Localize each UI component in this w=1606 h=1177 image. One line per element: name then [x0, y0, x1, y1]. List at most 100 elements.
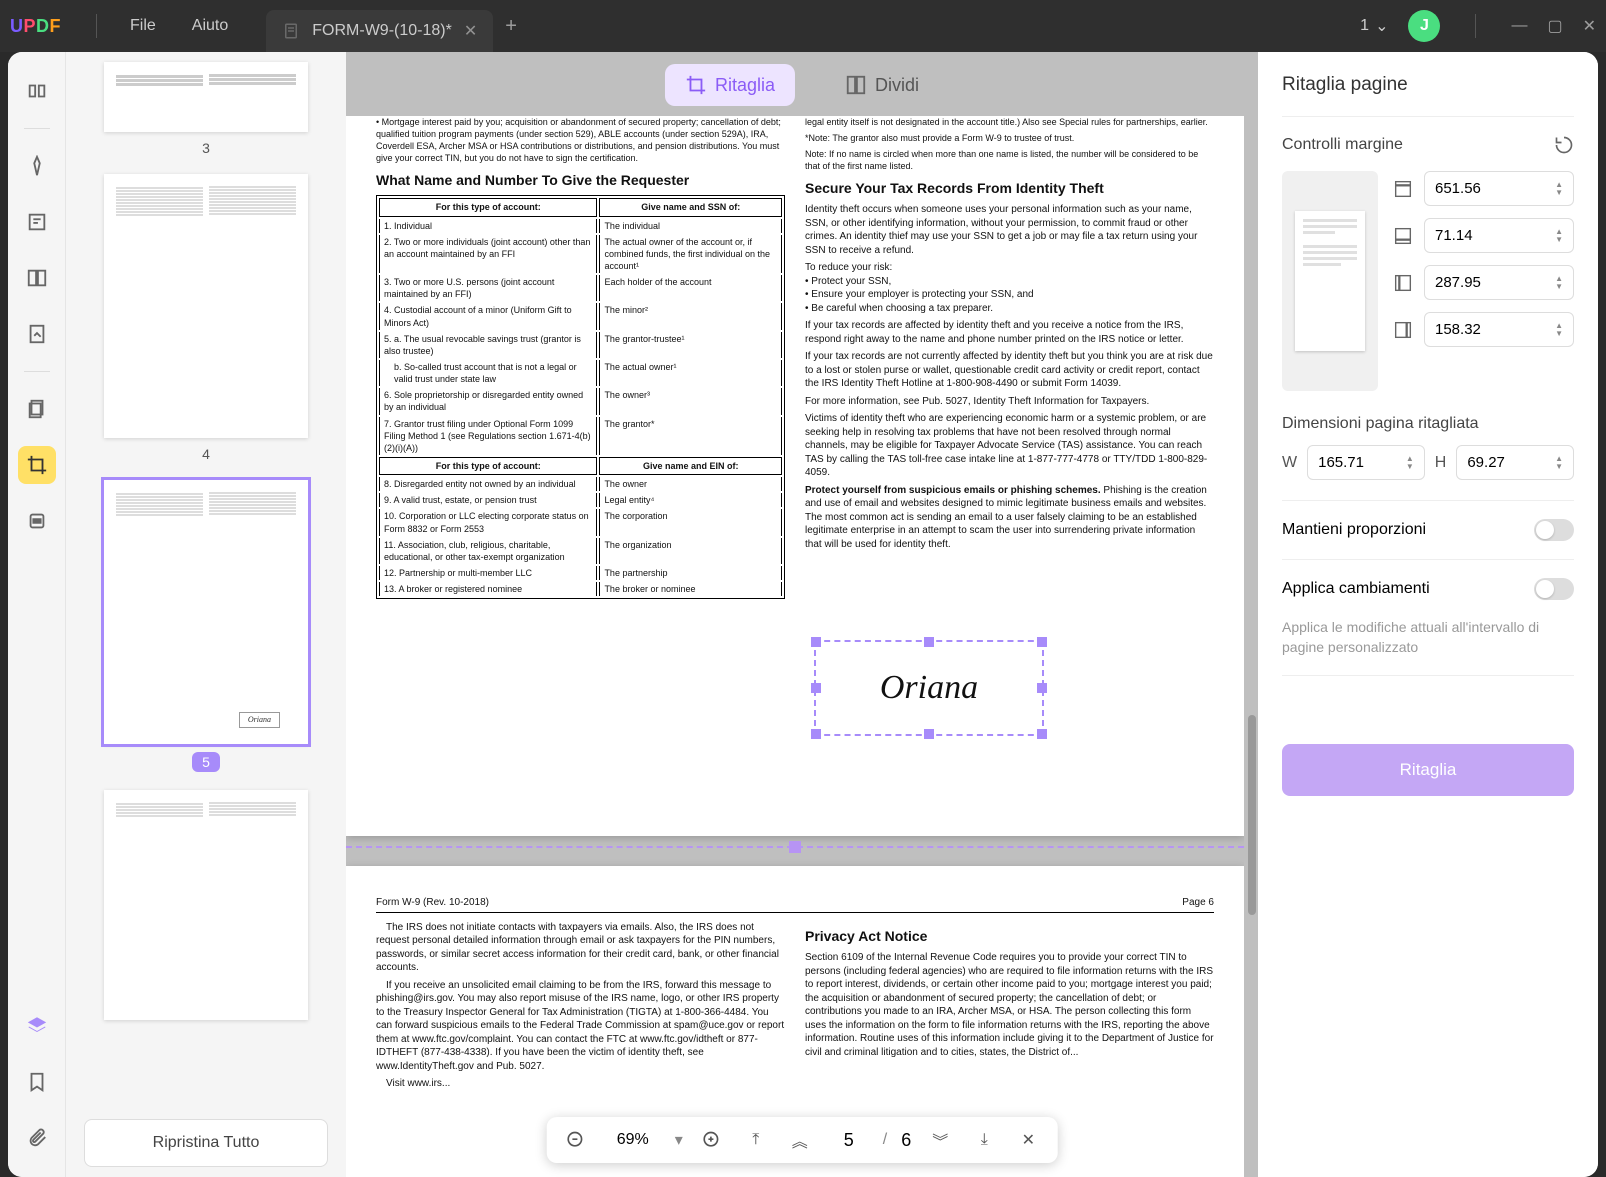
crop-handle-ne[interactable]	[1037, 637, 1047, 647]
stepper-down[interactable]: ▼	[1555, 330, 1563, 338]
margin-top-icon	[1392, 178, 1414, 200]
width-input[interactable]	[1318, 454, 1406, 471]
doc-heading: Privacy Act Notice	[805, 927, 1214, 946]
thumbnail-page-6[interactable]	[104, 790, 308, 1020]
reset-margins-icon[interactable]	[1554, 135, 1574, 155]
stepper-down[interactable]: ▼	[1406, 463, 1414, 471]
annotate-tool[interactable]	[18, 147, 56, 185]
keep-ratio-label: Mantieni proporzioni	[1282, 521, 1426, 539]
doc-text: For more information, see Pub. 5027, Ide…	[805, 395, 1214, 409]
crop-settings-panel: Ritaglia pagine Controlli margine ▲▼ ▲▼	[1258, 52, 1598, 1177]
first-page-button[interactable]: ⤒	[741, 1125, 771, 1155]
crop-handle-w[interactable]	[811, 683, 821, 693]
panel-title: Ritaglia pagine	[1282, 74, 1574, 96]
doc-text: Note: If no name is circled when more th…	[805, 148, 1214, 172]
crop-handle-e[interactable]	[1037, 683, 1047, 693]
crop-tool[interactable]	[18, 446, 56, 484]
crop-mode-tab[interactable]: Ritaglia	[665, 64, 795, 106]
reset-all-button[interactable]: Ripristina Tutto	[84, 1119, 328, 1167]
minimize-button[interactable]: —	[1511, 17, 1527, 35]
edit-tool[interactable]	[18, 203, 56, 241]
apply-help-text: Applica le modifiche attuali all'interva…	[1282, 618, 1574, 657]
doc-text: • Mortgage interest paid by you; acquisi…	[376, 116, 785, 165]
margin-left-input[interactable]	[1435, 274, 1555, 291]
attachment-tool[interactable]	[18, 1119, 56, 1157]
maximize-button[interactable]: ▢	[1547, 16, 1562, 36]
margin-right-input[interactable]	[1435, 321, 1555, 338]
scrollbar-thumb[interactable]	[1248, 715, 1256, 915]
crop-apply-button[interactable]: Ritaglia	[1282, 744, 1574, 796]
zoom-in-button[interactable]	[697, 1125, 727, 1155]
thumb-label-5: 5	[192, 752, 220, 772]
doc-text: If your tax records are affected by iden…	[805, 319, 1214, 346]
doc-text: Section 6109 of the Internal Revenue Cod…	[805, 951, 1214, 1059]
stepper-down[interactable]: ▼	[1555, 189, 1563, 197]
mode-tabs: Ritaglia Dividi	[665, 64, 939, 106]
reader-tool[interactable]	[18, 72, 56, 110]
apply-changes-toggle[interactable]	[1534, 578, 1574, 600]
bottom-toolbar: 69% ▾ ⤒ ︽ / 6 ︾ ⤓ ✕	[547, 1117, 1058, 1163]
margin-right-icon	[1392, 319, 1414, 341]
zoom-out-button[interactable]	[561, 1125, 591, 1155]
document-tab[interactable]: FORM-W9-(10-18)* ✕	[266, 10, 493, 52]
doc-text: Identity theft occurs when someone uses …	[805, 203, 1214, 257]
user-avatar[interactable]: J	[1408, 10, 1440, 42]
bookmark-tool[interactable]	[18, 1063, 56, 1101]
pages-tool[interactable]	[18, 390, 56, 428]
split-mode-tab[interactable]: Dividi	[825, 64, 939, 106]
organize-tool[interactable]	[18, 259, 56, 297]
margin-top-input[interactable]	[1435, 180, 1555, 197]
divider	[96, 14, 97, 38]
doc-header: Form W-9 (Rev. 10-2018)	[376, 896, 489, 910]
crop-mode-label: Ritaglia	[715, 75, 775, 96]
new-tab-button[interactable]: +	[505, 15, 517, 38]
doc-text: Protect yourself from suspicious emails …	[805, 485, 1101, 496]
zoom-dropdown-icon[interactable]: ▾	[675, 1130, 683, 1150]
doc-page-num: Page 6	[1182, 896, 1214, 910]
close-button[interactable]: ✕	[1583, 16, 1596, 36]
page-separator-handle[interactable]	[789, 841, 801, 853]
next-page-button[interactable]: ︾	[925, 1125, 955, 1155]
page-dropdown[interactable]: 1 ⌄	[1360, 16, 1388, 36]
redact-tool[interactable]	[18, 502, 56, 540]
doc-text: The IRS does not initiate contacts with …	[376, 921, 785, 975]
document-page-5: • Mortgage interest paid by you; acquisi…	[346, 116, 1244, 836]
tab-title: FORM-W9-(10-18)*	[312, 22, 452, 40]
margin-bottom-input[interactable]	[1435, 227, 1555, 244]
menu-file[interactable]: File	[112, 11, 174, 41]
doc-text: legal entity itself is not designated in…	[805, 116, 1214, 128]
thumbnail-page-4[interactable]	[104, 174, 308, 438]
crop-handle-s[interactable]	[924, 729, 934, 739]
prev-page-button[interactable]: ︽	[785, 1125, 815, 1155]
crop-handle-nw[interactable]	[811, 637, 821, 647]
layers-tool[interactable]	[18, 1007, 56, 1045]
stepper-down[interactable]: ▼	[1555, 236, 1563, 244]
close-toolbar-button[interactable]: ✕	[1013, 1125, 1043, 1155]
doc-heading: What Name and Number To Give the Request…	[376, 171, 785, 190]
margin-preview	[1282, 171, 1378, 391]
stepper-down[interactable]: ▼	[1555, 283, 1563, 291]
crop-handle-sw[interactable]	[811, 729, 821, 739]
last-page-button[interactable]: ⤓	[969, 1125, 999, 1155]
titlebar: UPDF File Aiuto FORM-W9-(10-18)* ✕ + 1 ⌄…	[0, 0, 1606, 52]
page-input[interactable]	[829, 1130, 869, 1151]
crop-handle-n[interactable]	[924, 637, 934, 647]
margin-controls-label: Controlli margine	[1282, 136, 1403, 154]
stepper-down[interactable]: ▼	[1555, 463, 1563, 471]
crop-handle-se[interactable]	[1037, 729, 1047, 739]
tab-close-button[interactable]: ✕	[464, 21, 477, 41]
divider	[1475, 14, 1476, 38]
separator	[24, 128, 50, 129]
height-input[interactable]	[1467, 454, 1555, 471]
keep-ratio-toggle[interactable]	[1534, 519, 1574, 541]
doc-text: • Be careful when choosing a tax prepare…	[805, 302, 1214, 316]
thumbnail-page-3[interactable]	[104, 62, 308, 132]
signature-crop-selection[interactable]: Oriana	[814, 640, 1044, 736]
height-label: H	[1435, 454, 1447, 472]
menu-help[interactable]: Aiuto	[174, 11, 246, 41]
doc-text: Visit www.irs...	[376, 1077, 785, 1091]
form-tool[interactable]	[18, 315, 56, 353]
apply-changes-label: Applica cambiamenti	[1282, 580, 1430, 598]
chevron-down-icon: ⌄	[1375, 16, 1388, 36]
thumbnail-page-5[interactable]: Oriana	[104, 480, 308, 744]
